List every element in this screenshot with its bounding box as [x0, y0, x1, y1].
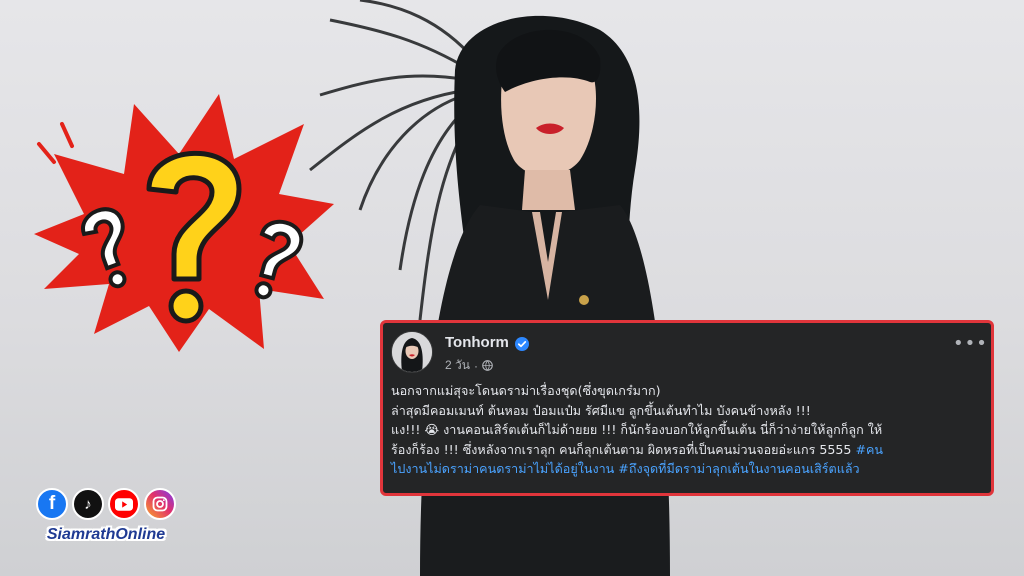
hashtag-line[interactable]: ไปงานไม่ดราม่าคนดราม่าไม่ได้อยู่ในงาน #ถ…	[391, 459, 983, 479]
hashtag-link[interactable]: #คน	[855, 442, 883, 457]
facebook-post-card: Tonhorm 2 วัน · ••• นอกจากแม่สุจะโดนดราม…	[380, 320, 994, 496]
globe-icon	[482, 360, 493, 371]
meta-separator: ·	[473, 358, 478, 373]
avatar[interactable]	[391, 331, 433, 373]
verified-icon	[514, 336, 529, 351]
more-icon: •••	[953, 333, 988, 354]
facebook-icon: f	[36, 488, 68, 520]
post-line: ล่าสุดมีคอมเมนท์ ต้นหอม ป๋อมแป๋ม รัศมีแข…	[391, 402, 811, 418]
social-icons: f ♪	[36, 488, 176, 520]
brand-name: SiamrathOnline	[46, 526, 166, 543]
post-line: นอกจากแม่สุจะโดนดราม่าเรื่องชุด(ซึ่งขุดเ…	[391, 383, 661, 398]
brand-watermark: f ♪ SiamrathOnline	[24, 488, 188, 554]
post-line: ร้องก็ร้อง !!! ซึ่งหลังจากเราลุก คนก็ลุก…	[391, 440, 983, 460]
post-header: Tonhorm 2 วัน · •••	[391, 329, 987, 375]
author-row: Tonhorm	[445, 334, 529, 351]
tiktok-icon: ♪	[72, 488, 104, 520]
more-options-button[interactable]: •••	[953, 335, 987, 357]
news-graphic: Tonhorm 2 วัน · ••• นอกจากแม่สุจะโดนดราม…	[0, 0, 1024, 576]
post-line: แง!!! 😭 งานคอนเสิร์ตเต้นก็ไม่ด้ายยย !!! …	[391, 422, 883, 437]
author-name[interactable]: Tonhorm	[445, 334, 509, 351]
post-text: นอกจากแม่สุจะโดนดราม่าเรื่องชุด(ซึ่งขุดเ…	[391, 381, 983, 479]
post-time[interactable]: 2 วัน	[445, 356, 470, 375]
post-meta: 2 วัน ·	[445, 356, 493, 375]
question-burst-graphic	[14, 84, 344, 354]
instagram-icon	[144, 488, 176, 520]
post-line-text: ร้องก็ร้อง !!! ซึ่งหลังจากเราลุก คนก็ลุก…	[391, 441, 856, 457]
youtube-icon	[108, 488, 140, 520]
